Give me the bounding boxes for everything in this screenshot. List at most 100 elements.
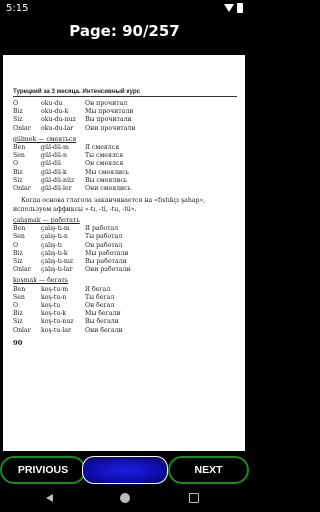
translation-cell: Вы смеялись xyxy=(85,176,128,184)
next-button[interactable]: NEXT xyxy=(168,456,249,484)
conjugation-row: Biz gül-dü-k Мы смеялись xyxy=(13,169,237,177)
pronoun-cell: Siz xyxy=(13,116,23,124)
system-navigation-bar xyxy=(0,485,249,512)
translation-cell: Я смеялся xyxy=(85,144,120,152)
status-bar: 5:15 xyxy=(0,0,249,18)
pronoun-cell: Biz xyxy=(13,108,23,116)
status-icons xyxy=(224,3,243,13)
translation-cell: Ты работал xyxy=(85,233,123,241)
conjugation-row: Biz koş-tu-k Мы бегали xyxy=(13,310,237,318)
translation-cell: Ты бегал xyxy=(85,293,115,301)
verb-form-cell: çalış-tı-m xyxy=(41,225,70,233)
verb-form-cell: gül-dü-ler xyxy=(41,185,72,193)
wifi-icon xyxy=(224,4,234,12)
translation-cell: Вы работали xyxy=(85,258,127,266)
page-indicator: Page: 90/257 xyxy=(69,22,180,40)
verb-form-cell: oku-du-lar xyxy=(41,124,74,132)
pronoun-cell: O xyxy=(13,241,19,249)
conjugation-table-a: Ooku-du Он прочитал Biz oku-du-k Мы прочитал… xyxy=(13,100,237,133)
pronoun-cell: Ben xyxy=(13,285,26,293)
translation-cell: Он бегал xyxy=(85,302,115,310)
translation-cell: Вы бегали xyxy=(85,318,119,326)
conjugation-table-b: Ben gül-dü-m Я смеялся Sen gül-dü-n Ты смеялс… xyxy=(13,144,237,193)
conjugation-row: Onlar oku-du-lar Они прочитали xyxy=(13,125,237,133)
previous-button[interactable]: PRIVIOUS xyxy=(0,456,86,484)
conjugation-row: Ooku-du Он прочитал xyxy=(13,100,237,108)
verb-form-cell: koş-tu-lar xyxy=(41,326,71,334)
pronoun-cell: Onlar xyxy=(13,266,31,274)
pronoun-cell: O xyxy=(13,302,19,310)
verb-form-cell: çalış-tı-nız xyxy=(41,258,74,266)
conjugation-row: Onlar gül-dü-ler Они смеялись xyxy=(13,185,237,193)
home-icon[interactable] xyxy=(120,493,130,503)
battery-icon xyxy=(237,3,243,13)
verb-form-cell: çalış-tı-n xyxy=(41,233,68,241)
conjugation-row: Sen çalış-tı-n Ты работал xyxy=(13,233,237,241)
pronoun-cell: Sen xyxy=(13,152,25,160)
verb-form-cell: oku-du xyxy=(41,100,63,107)
page-number: 90 xyxy=(13,338,23,347)
conjugation-table-d: Ben koş-tu-m Я бегал Sen koş-tu-n Ты бегал Oko… xyxy=(13,286,237,335)
running-header: Турецкий за 3 месяца. Интенсивный курс xyxy=(13,88,237,97)
verb-form-cell: çalış-tı xyxy=(41,241,62,249)
explanation-paragraph: Когда основа глагола заканчивается на «f… xyxy=(13,197,206,213)
conjugation-row: Siz çalış-tı-nız Вы работали xyxy=(13,258,237,266)
conjugation-row: Sen gül-dü-n Ты смеялся xyxy=(13,152,237,160)
verb-form-cell: gül-dü-m xyxy=(41,144,69,152)
verb-form-cell: koş-tu-m xyxy=(41,285,69,293)
conjugation-row: Siz oku-du-nuz Вы прочитали xyxy=(13,116,237,124)
verb-form-cell: koş-tu-k xyxy=(41,310,67,318)
page-slider-button[interactable] xyxy=(82,456,168,484)
conjugation-row: Ben koş-tu-m Я бегал xyxy=(13,286,237,294)
conjugation-row: Oçalış-tı Он работал xyxy=(13,242,237,250)
verb-form-cell: koş-tu xyxy=(41,302,61,310)
conjugation-row: Siz gül-dü-nüz Вы смеялись xyxy=(13,177,237,185)
book-page[interactable]: Турецкий за 3 месяца. Интенсивный курс O… xyxy=(3,55,245,451)
translation-cell: Вы прочитали xyxy=(85,116,132,124)
verb-form-cell: koş-tu-n xyxy=(41,293,67,301)
translation-cell: Я бегал xyxy=(85,285,111,293)
translation-cell: Он прочитал xyxy=(85,100,128,107)
translation-cell: Он смеялся xyxy=(85,160,124,168)
conjugation-row: Ben gül-dü-m Я смеялся xyxy=(13,144,237,152)
pronoun-cell: Biz xyxy=(13,249,23,257)
pronoun-cell: Siz xyxy=(13,176,23,184)
verb-form-cell: gül-dü-nüz xyxy=(41,176,75,184)
conjugation-row: Sen koş-tu-n Ты бегал xyxy=(13,294,237,302)
translation-cell: Они бегали xyxy=(85,326,123,334)
conjugation-row: Okoş-tu Он бегал xyxy=(13,302,237,310)
pronoun-cell: Onlar xyxy=(13,326,31,334)
conjugation-table-c: Ben çalış-tı-m Я работал Sen çalış-tı-n Ты ра… xyxy=(13,225,237,274)
back-icon[interactable] xyxy=(46,494,53,502)
conjugation-row: Biz oku-du-k Мы прочитали xyxy=(13,108,237,116)
translation-cell: Они смеялись xyxy=(85,185,132,193)
verb-heading-kosmak: koşmak — бегать xyxy=(13,277,69,285)
translation-cell: Они работали xyxy=(85,266,131,274)
verb-heading-calismak: çalışmak — работать xyxy=(13,217,80,225)
verb-form-cell: oku-du-k xyxy=(41,108,69,116)
pronoun-cell: Biz xyxy=(13,168,23,176)
translation-cell: Он работал xyxy=(85,241,123,249)
pronoun-cell: Ben xyxy=(13,144,26,152)
pronoun-cell: Sen xyxy=(13,233,25,241)
translation-cell: Мы работали xyxy=(85,249,129,257)
pronoun-cell: Siz xyxy=(13,258,23,266)
verb-form-cell: çalış-tı-lar xyxy=(41,266,73,274)
conjugation-row: Onlar koş-tu-lar Они бегали xyxy=(13,327,237,335)
recents-icon[interactable] xyxy=(189,493,199,503)
pronoun-cell: Siz xyxy=(13,318,23,326)
translation-cell: Они прочитали xyxy=(85,124,136,132)
verb-form-cell: koş-tu-nuz xyxy=(41,318,74,326)
conjugation-row: Onlar çalış-tı-lar Они работали xyxy=(13,266,237,274)
pronoun-cell: Biz xyxy=(13,310,23,318)
verb-form-cell: gül-dü-k xyxy=(41,168,67,176)
pronoun-cell: O xyxy=(13,100,19,107)
pronoun-cell: Ben xyxy=(13,225,26,233)
pronoun-cell: Onlar xyxy=(13,124,31,132)
conjugation-row: Siz koş-tu-nuz Вы бегали xyxy=(13,318,237,326)
conjugation-row: Ogül-dü Он смеялся xyxy=(13,160,237,168)
pronoun-cell: O xyxy=(13,160,19,168)
translation-cell: Мы бегали xyxy=(85,310,121,318)
verb-form-cell: gül-dü-n xyxy=(41,152,68,160)
pager-bar: PRIVIOUS NEXT xyxy=(0,456,249,484)
